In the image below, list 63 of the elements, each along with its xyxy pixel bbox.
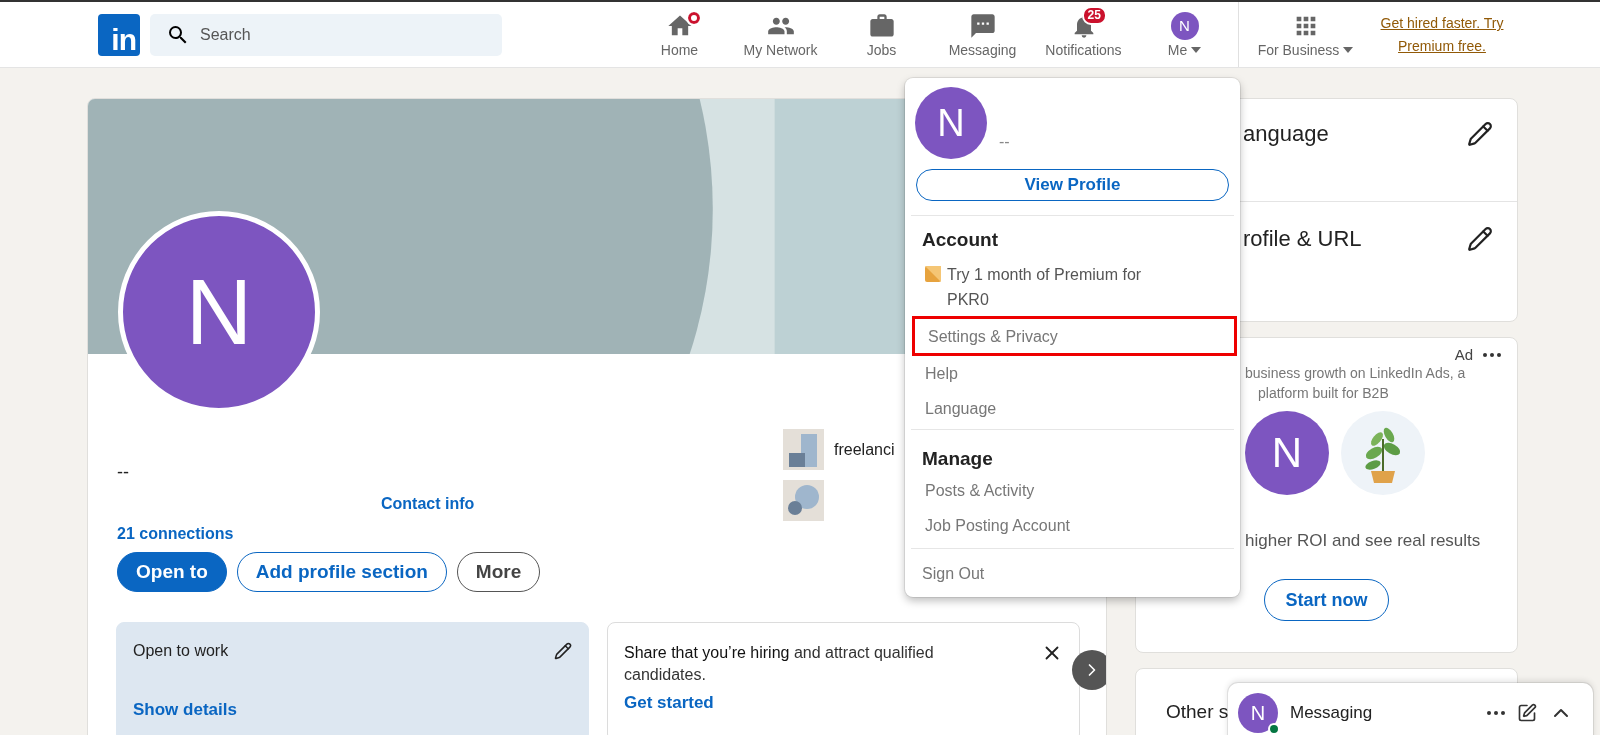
search-field[interactable]: Search xyxy=(150,13,502,56)
caret-icon xyxy=(1191,46,1202,53)
setting-title: rofile & URL xyxy=(1243,226,1362,252)
show-details-link[interactable]: Show details xyxy=(133,700,572,720)
setting-title: anguage xyxy=(1243,121,1329,147)
link-title[interactable]: freelanci xyxy=(834,440,895,459)
premium-link[interactable]: Get hired faster. Try Premium free. xyxy=(1372,12,1512,57)
avatar: N xyxy=(1238,693,1278,733)
menu-section-title: Manage xyxy=(921,447,994,471)
avatar: N xyxy=(1170,11,1199,40)
card-title: Other s xyxy=(1166,701,1229,722)
menu-item[interactable]: Try 1 month of Premium for PKR0 xyxy=(905,254,1240,316)
menu-item[interactable]: Help xyxy=(905,356,1240,391)
chat-icon xyxy=(968,11,997,40)
notification-badge: 25 xyxy=(1081,5,1107,25)
linkedin-logo[interactable]: in xyxy=(98,13,140,56)
caret-icon xyxy=(1343,46,1354,53)
profile-button[interactable]: Add profile section xyxy=(236,552,447,592)
ad-text: platform built for B2B xyxy=(1257,384,1390,403)
nav-item[interactable]: Jobs xyxy=(831,2,932,67)
hiring-text: Share that you’re hiring and attract qualified candidates. xyxy=(624,643,935,685)
ad-text: business growth on LinkedIn Ads, a xyxy=(1244,364,1467,383)
squares-icon xyxy=(783,429,824,470)
menu-item[interactable]: Job Posting Account xyxy=(905,508,1240,543)
more-button[interactable] xyxy=(1487,711,1505,715)
menu-item[interactable]: Posts & Activity xyxy=(905,473,1240,508)
connections-link[interactable]: 21 connections xyxy=(117,525,234,543)
menu-item[interactable]: Language xyxy=(905,391,1240,426)
sign-out-item[interactable]: Sign Out xyxy=(905,556,1240,591)
profile-button[interactable]: Open to xyxy=(117,552,227,592)
get-started-link[interactable]: Get started xyxy=(624,693,1063,714)
pencil-icon[interactable] xyxy=(1467,121,1493,147)
profile-name: -- xyxy=(117,462,129,483)
menu-name: -- xyxy=(999,133,1010,152)
nav-item[interactable]: Messaging xyxy=(932,2,1033,67)
menu-item[interactable]: Settings & Privacy xyxy=(912,316,1237,356)
messaging-title[interactable]: Messaging xyxy=(1290,703,1475,723)
circles-icon xyxy=(783,480,824,521)
ad-label: Ad xyxy=(1454,346,1473,363)
pencil-icon[interactable] xyxy=(554,642,572,660)
menu-section-title: Account xyxy=(921,228,999,252)
plant-icon xyxy=(1341,411,1425,495)
card-title: Open to work xyxy=(133,642,229,660)
nav-item[interactable]: Home xyxy=(629,2,730,67)
briefcase-icon xyxy=(867,11,896,40)
premium-icon xyxy=(925,266,941,282)
for-business-menu[interactable]: For Business xyxy=(1238,2,1372,67)
more-icon[interactable] xyxy=(1483,352,1501,357)
view-profile-button[interactable]: View Profile xyxy=(916,169,1229,201)
contact-info-link[interactable]: Contact info xyxy=(381,495,475,513)
nav-item[interactable]: 25 Notifications xyxy=(1033,2,1134,67)
compose-icon xyxy=(1517,703,1537,723)
ad-tagline: higher ROI and see real results xyxy=(1244,531,1482,551)
next-button[interactable] xyxy=(1072,650,1106,690)
more-icon xyxy=(1487,711,1505,715)
avatar: N xyxy=(1245,411,1329,495)
avatar: N xyxy=(915,87,987,159)
start-now-button[interactable]: Start now xyxy=(1264,579,1389,621)
pencil-icon[interactable] xyxy=(1467,226,1493,252)
nav-item[interactable]: N Me xyxy=(1134,2,1235,67)
compose-button[interactable] xyxy=(1517,703,1537,723)
nav-item[interactable]: My Network xyxy=(730,2,831,67)
profile-button[interactable]: More xyxy=(456,552,541,592)
